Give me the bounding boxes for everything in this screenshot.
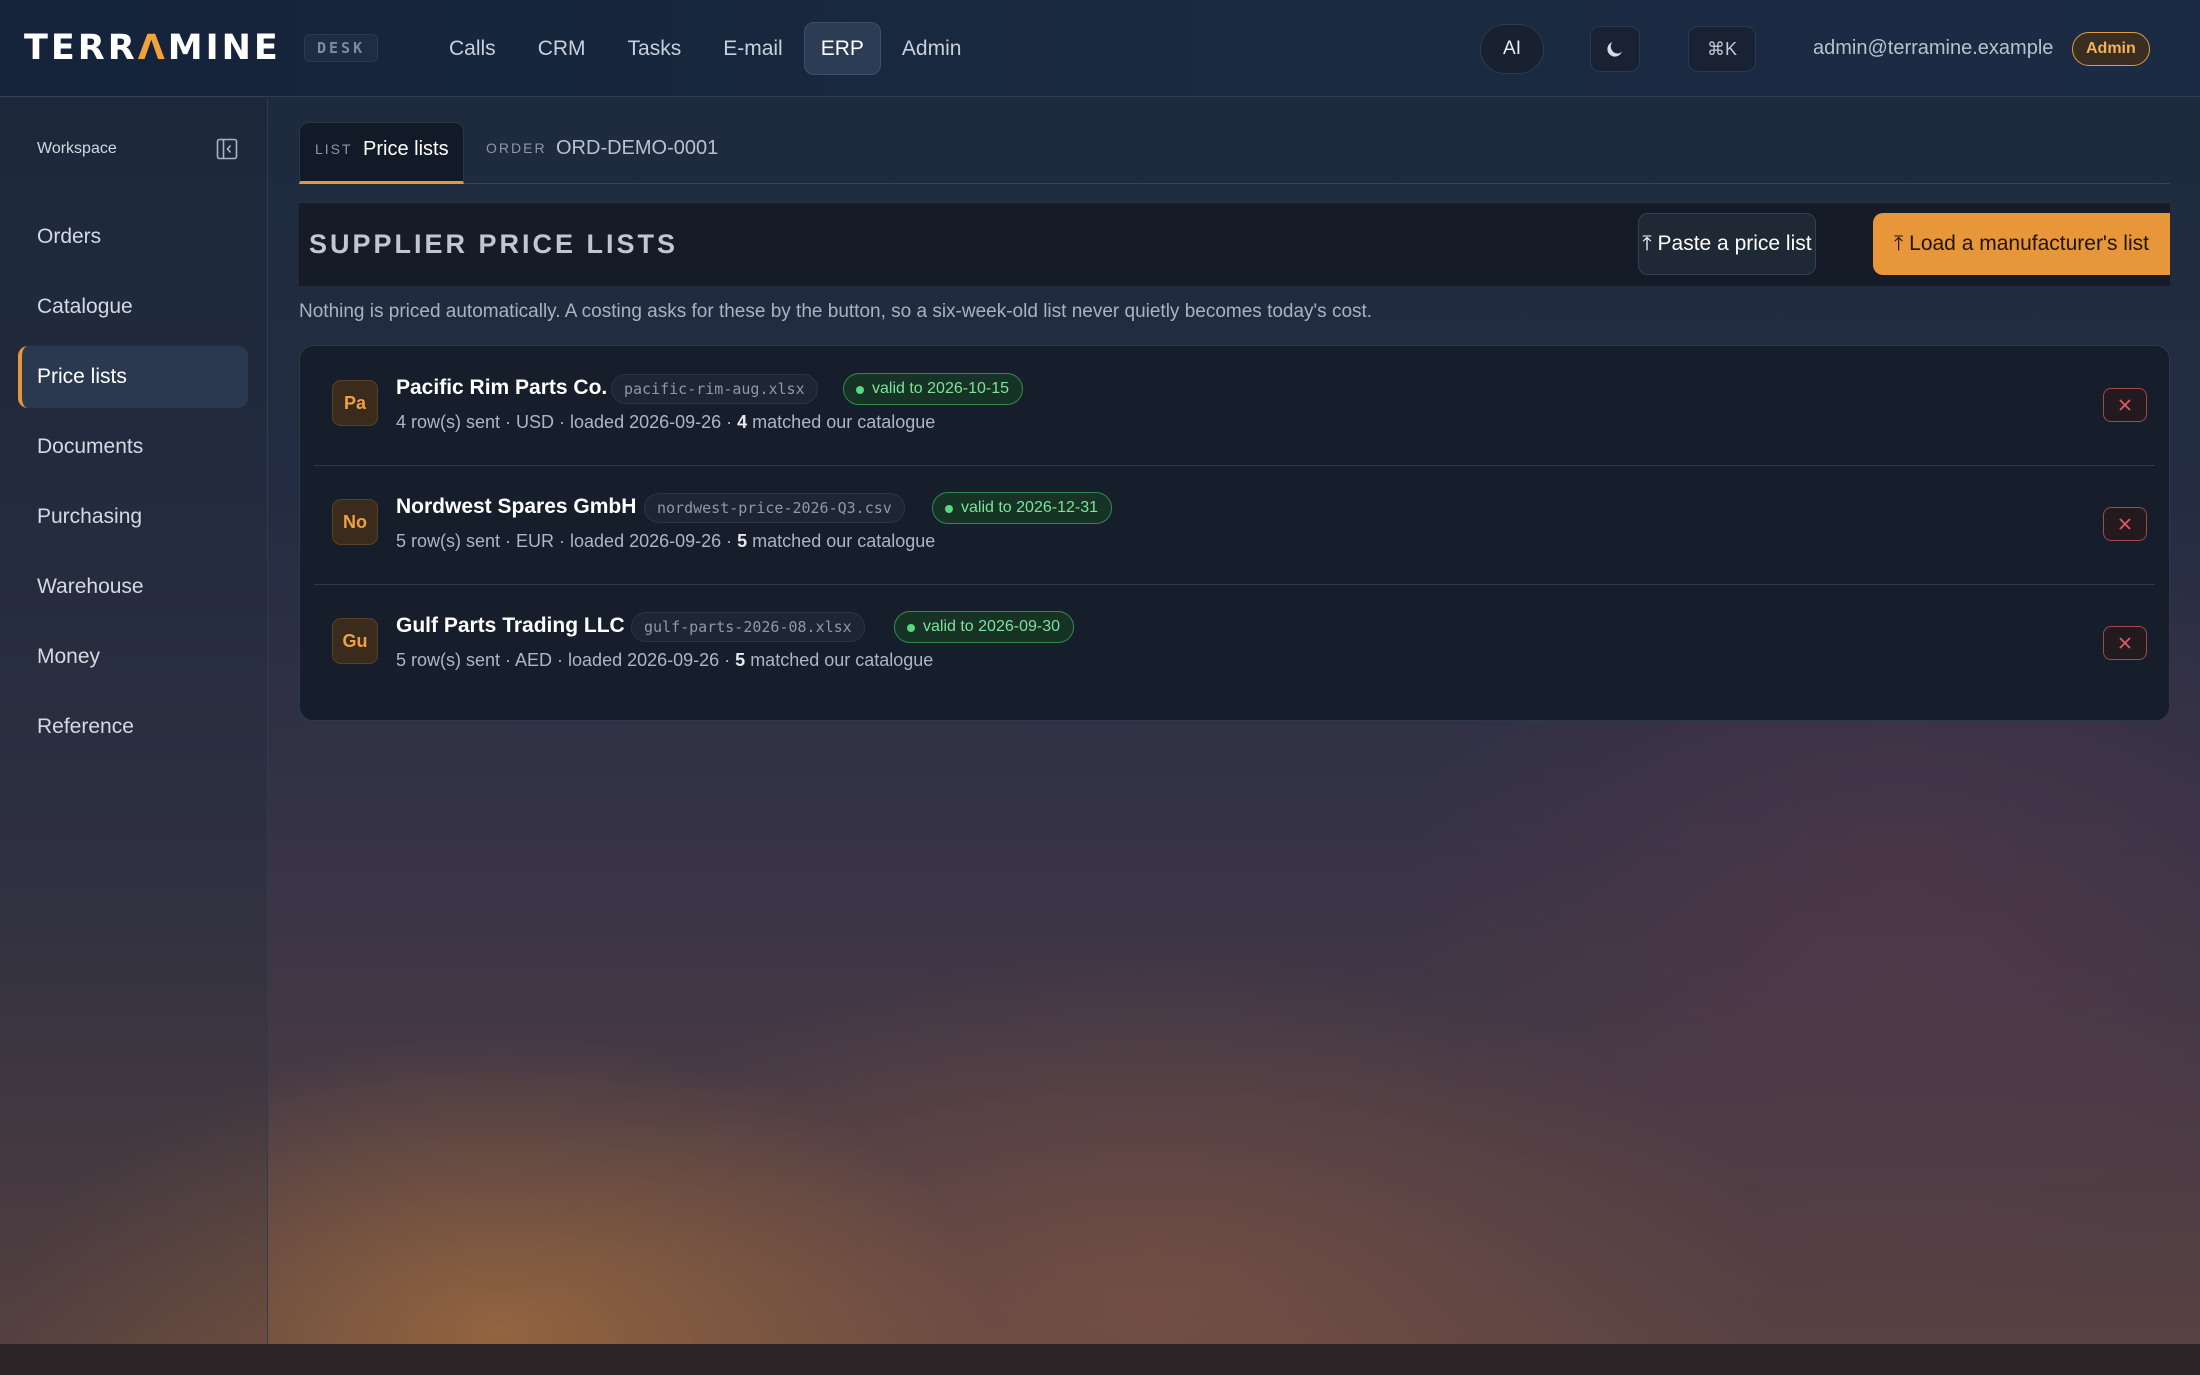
role-badge: Admin	[2072, 32, 2150, 66]
load-manufacturer-list-button[interactable]: ⤒ Load a manufacturer's list	[1873, 213, 2170, 275]
main-nav: Calls CRM Tasks E-mail ERP Admin	[428, 22, 982, 75]
file-name-chip: gulf-parts-2026-08.xlsx	[631, 612, 865, 642]
price-list-panel: Pa Pacific Rim Parts Co. pacific-rim-aug…	[299, 345, 2170, 721]
tab-kicker: LIST	[315, 141, 353, 157]
sidebar-item-documents[interactable]: Documents	[18, 416, 248, 478]
file-name-chip: pacific-rim-aug.xlsx	[611, 374, 818, 404]
tab-bar: LIST Price lists ORDER ORD-DEMO-0001	[299, 122, 2170, 184]
tab-label: ORD-DEMO-0001	[556, 137, 719, 159]
supplier-avatar: Gu	[332, 618, 378, 664]
remove-button[interactable]	[2103, 626, 2147, 660]
nav-crm[interactable]: CRM	[517, 22, 607, 75]
nav-tasks[interactable]: Tasks	[607, 22, 703, 75]
close-icon	[2119, 637, 2131, 649]
desk-badge: DESK	[304, 34, 379, 62]
supplier-avatar: No	[332, 499, 378, 545]
remove-button[interactable]	[2103, 507, 2147, 541]
user-email[interactable]: admin@terramine.example	[1813, 37, 2053, 60]
list-meta: 5 row(s) sent · EUR · loaded 2026-09-26 …	[396, 531, 936, 551]
sidebar-item-money[interactable]: Money	[18, 626, 248, 688]
moon-icon	[1607, 42, 1622, 57]
list-item[interactable]: No Nordwest Spares GmbH nordwest-price-2…	[314, 465, 2155, 584]
sidebar-item-warehouse[interactable]: Warehouse	[18, 556, 248, 618]
tab-label: Price lists	[363, 138, 449, 160]
tab-price-lists[interactable]: LIST Price lists	[299, 122, 464, 184]
workspace-label: Workspace	[37, 140, 117, 157]
sidebar-item-catalogue[interactable]: Catalogue	[18, 276, 248, 338]
sidebar-item-price-lists[interactable]: Price lists	[18, 346, 248, 408]
theme-toggle-button[interactable]	[1590, 26, 1640, 72]
validity-badge: valid to 2026-12-31	[932, 492, 1112, 524]
sidebar-item-orders[interactable]: Orders	[18, 206, 248, 268]
validity-badge: valid to 2026-10-15	[843, 373, 1023, 405]
nav-erp[interactable]: ERP	[803, 22, 881, 75]
supplier-avatar: Pa	[332, 380, 378, 426]
validity-badge: valid to 2026-09-30	[894, 611, 1074, 643]
top-bar: TERRΛMINE DESK Calls CRM Tasks E-mail ER…	[0, 0, 2200, 97]
sidebar-item-reference[interactable]: Reference	[18, 696, 248, 758]
command-palette-button[interactable]: ⌘K	[1688, 26, 1756, 72]
sidebar-collapse-icon[interactable]	[216, 138, 238, 160]
close-icon	[2119, 518, 2131, 530]
bottom-strip	[0, 1344, 2200, 1375]
sidebar: Workspace Orders Catalogue Price lists D…	[0, 98, 268, 1344]
list-meta: 5 row(s) sent · AED · loaded 2026-09-26 …	[396, 650, 934, 670]
supplier-name: Nordwest Spares GmbH	[396, 495, 637, 518]
info-notice: Nothing is priced automatically. A costi…	[299, 301, 1373, 322]
section-header: SUPPLIER PRICE LISTS ⤒ Paste a price lis…	[299, 202, 2170, 286]
logo[interactable]: TERRΛMINE	[24, 28, 281, 68]
nav-admin[interactable]: Admin	[881, 22, 983, 75]
close-icon	[2119, 399, 2131, 411]
nav-calls[interactable]: Calls	[428, 22, 517, 75]
paste-price-list-button[interactable]: ⤒ Paste a price list	[1638, 213, 1816, 275]
sidebar-item-purchasing[interactable]: Purchasing	[18, 486, 248, 548]
list-item[interactable]: Gu Gulf Parts Trading LLC gulf-parts-202…	[314, 584, 2155, 703]
file-name-chip: nordwest-price-2026-Q3.csv	[644, 493, 905, 523]
list-meta: 4 row(s) sent · USD · loaded 2026-09-26 …	[396, 412, 936, 432]
supplier-name: Pacific Rim Parts Co.	[396, 376, 608, 399]
ai-button[interactable]: AI	[1480, 24, 1544, 74]
remove-button[interactable]	[2103, 388, 2147, 422]
supplier-name: Gulf Parts Trading LLC	[396, 614, 625, 637]
tab-kicker: ORDER	[486, 140, 547, 156]
nav-email[interactable]: E-mail	[702, 22, 804, 75]
page-title: SUPPLIER PRICE LISTS	[309, 229, 679, 259]
list-item[interactable]: Pa Pacific Rim Parts Co. pacific-rim-aug…	[314, 346, 2155, 465]
